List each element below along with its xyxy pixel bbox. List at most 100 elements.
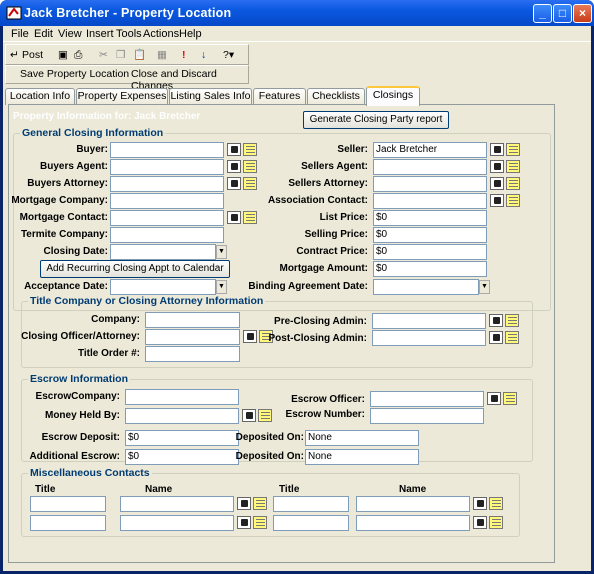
folder-icon[interactable] (506, 194, 520, 207)
escrow-company-field[interactable] (125, 389, 239, 405)
pre-closing-field[interactable] (372, 313, 486, 329)
card-icon[interactable] (227, 211, 241, 224)
post-icon[interactable]: ↵ (10, 46, 19, 64)
folder-icon[interactable] (489, 497, 503, 510)
mortgage-contact-field[interactable] (110, 210, 224, 226)
seller-field[interactable]: Jack Bretcher (373, 142, 487, 158)
folder-icon[interactable] (243, 160, 257, 173)
folder-icon[interactable] (505, 331, 519, 344)
chevron-down-icon[interactable]: ▼ (216, 245, 227, 259)
binding-date-field[interactable] (373, 279, 479, 295)
tab-checklists[interactable]: Checklists (307, 88, 365, 105)
menu-view[interactable]: View (58, 28, 82, 40)
tab-features[interactable]: Features (253, 88, 306, 105)
acceptance-date-field[interactable] (110, 279, 216, 295)
card-icon[interactable] (489, 314, 503, 327)
card-icon[interactable] (473, 497, 487, 510)
save-property-button[interactable]: Save Property Location (20, 68, 129, 80)
closing-officer-field[interactable] (145, 329, 240, 345)
card-icon[interactable] (227, 143, 241, 156)
escrow-officer-field[interactable] (370, 391, 484, 407)
generate-report-button[interactable]: Generate Closing Party report (303, 111, 449, 129)
escrow-deposit-field[interactable]: $0 (125, 430, 239, 446)
list-price-field[interactable]: $0 (373, 210, 487, 226)
folder-icon[interactable] (243, 177, 257, 190)
card-icon[interactable] (490, 177, 504, 190)
deposited-on-field[interactable]: None (305, 430, 419, 446)
tab-closings[interactable]: Closings (366, 86, 420, 106)
folder-icon[interactable] (253, 516, 267, 529)
misc-title-field[interactable] (30, 496, 106, 512)
association-contact-field[interactable] (373, 193, 487, 209)
sellers-agent-field[interactable] (373, 159, 487, 175)
post-button[interactable]: Post (22, 46, 43, 64)
deposited-on-field-2[interactable]: None (305, 449, 419, 465)
title-order-field[interactable] (145, 346, 240, 362)
folder-icon[interactable] (243, 143, 257, 156)
minimize-icon[interactable]: _ (533, 4, 552, 23)
buyers-agent-field[interactable] (110, 159, 224, 175)
menu-edit[interactable]: Edit (34, 28, 53, 40)
misc-title-field-3[interactable] (30, 515, 106, 531)
misc-name-field-3[interactable] (120, 515, 234, 531)
priority-icon[interactable]: ! (182, 46, 186, 64)
maximize-icon[interactable]: □ (553, 4, 572, 23)
chevron-down-icon[interactable]: ▼ (216, 280, 227, 294)
menu-insert[interactable]: Insert (86, 28, 114, 40)
folder-icon[interactable] (253, 497, 267, 510)
misc-name-field-4[interactable] (356, 515, 470, 531)
help-icon[interactable]: ?▾ (223, 46, 234, 64)
folder-icon[interactable] (506, 177, 520, 190)
menu-help[interactable]: Help (179, 28, 202, 40)
contract-price-field[interactable]: $0 (373, 244, 487, 260)
save-icon[interactable]: ▣ (58, 46, 68, 64)
card-icon[interactable] (237, 516, 251, 529)
card-icon[interactable] (242, 409, 256, 422)
paste-icon[interactable]: 📋 (133, 46, 146, 64)
add-recurring-button[interactable]: Add Recurring Closing Appt to Calendar (40, 260, 230, 278)
escrow-number-field[interactable] (370, 408, 484, 424)
misc-title-field-4[interactable] (273, 515, 349, 531)
folder-icon[interactable] (243, 211, 257, 224)
menu-file[interactable]: File (11, 28, 29, 40)
sellers-attorney-field[interactable] (373, 176, 487, 192)
tab-location-info[interactable]: Location Info (5, 88, 75, 105)
tab-listing-sales-info[interactable]: Listing Sales Info (169, 88, 252, 105)
card-icon[interactable] (489, 331, 503, 344)
cut-icon[interactable]: ✂ (99, 46, 108, 64)
misc-name-field[interactable] (120, 496, 234, 512)
calendar-icon[interactable]: ▦ (157, 46, 167, 64)
selling-price-field[interactable]: $0 (373, 227, 487, 243)
print-icon[interactable]: ⎙ (74, 46, 82, 64)
card-icon[interactable] (490, 160, 504, 173)
folder-icon[interactable] (503, 392, 517, 405)
chevron-down-icon[interactable]: ▼ (479, 280, 490, 294)
tab-property-expenses[interactable]: Property Expenses (76, 88, 168, 105)
company-field[interactable] (145, 312, 240, 328)
down-arrow-icon[interactable]: ↓ (201, 46, 206, 64)
folder-icon[interactable] (506, 143, 520, 156)
folder-icon[interactable] (489, 516, 503, 529)
folder-icon[interactable] (505, 314, 519, 327)
folder-icon[interactable] (258, 409, 272, 422)
misc-name-field-2[interactable] (356, 496, 470, 512)
additional-escrow-field[interactable]: $0 (125, 449, 239, 465)
card-icon[interactable] (227, 160, 241, 173)
termite-company-field[interactable] (110, 227, 224, 243)
misc-title-field-2[interactable] (273, 496, 349, 512)
copy-icon[interactable]: ❐ (116, 46, 125, 64)
close-icon[interactable]: × (573, 4, 592, 23)
post-closing-field[interactable] (372, 330, 486, 346)
card-icon[interactable] (237, 497, 251, 510)
card-icon[interactable] (490, 143, 504, 156)
buyers-attorney-field[interactable] (110, 176, 224, 192)
folder-icon[interactable] (506, 160, 520, 173)
card-icon[interactable] (473, 516, 487, 529)
card-icon[interactable] (487, 392, 501, 405)
closing-date-field[interactable] (110, 244, 216, 260)
title-bar[interactable]: Jack Bretcher - Property Location _ □ × (0, 0, 594, 26)
card-icon[interactable] (227, 177, 241, 190)
menu-actions[interactable]: Actions (143, 28, 179, 40)
buyer-field[interactable] (110, 142, 224, 158)
card-icon[interactable] (243, 330, 257, 343)
